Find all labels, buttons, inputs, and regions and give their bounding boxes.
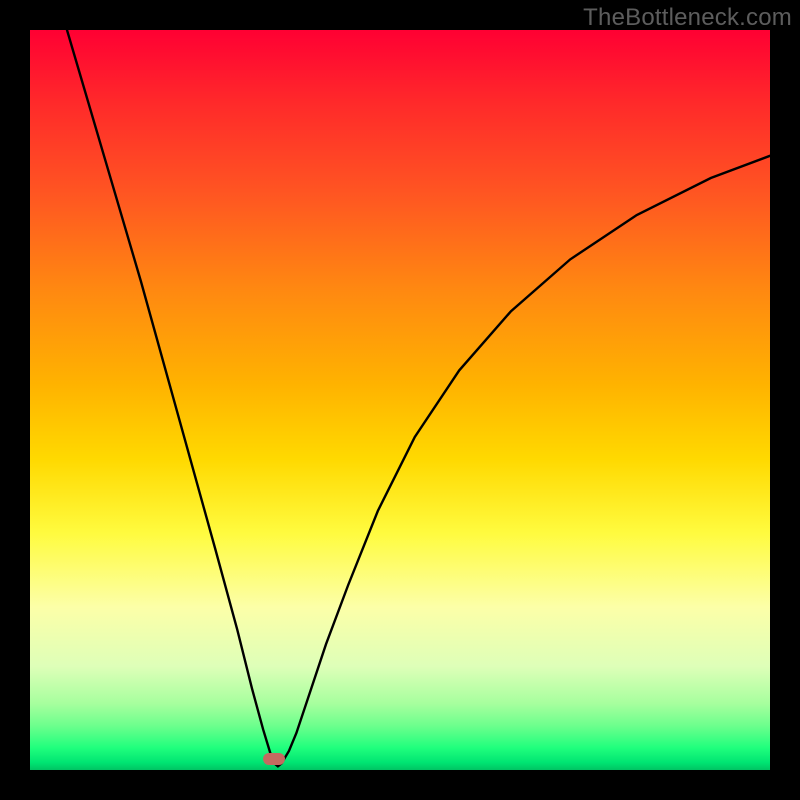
bottleneck-curve bbox=[30, 30, 770, 770]
plot-area bbox=[30, 30, 770, 770]
chart-frame: TheBottleneck.com bbox=[0, 0, 800, 800]
watermark-text: TheBottleneck.com bbox=[583, 4, 792, 32]
optimum-marker bbox=[263, 753, 285, 765]
